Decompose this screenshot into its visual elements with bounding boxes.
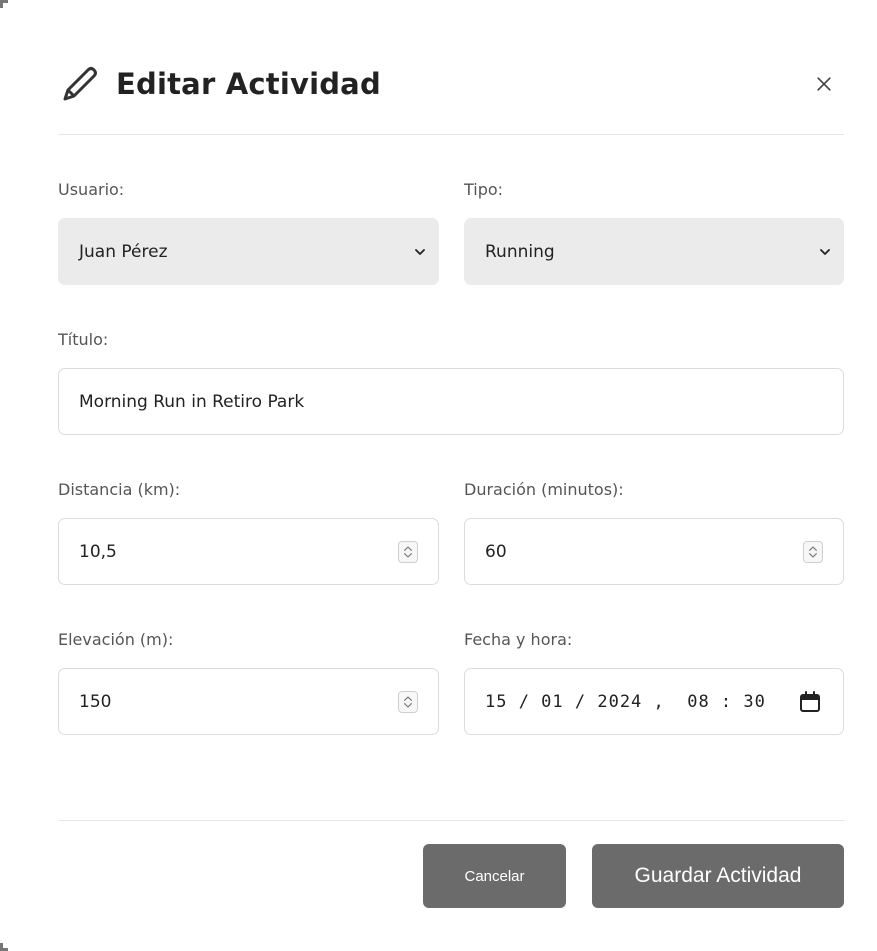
chevron-down-icon bbox=[820, 249, 830, 255]
elevacion-input[interactable]: 150 bbox=[58, 668, 439, 735]
elevacion-input-value: 150 bbox=[79, 691, 112, 712]
fecha-input-value: 15 / 01 / 2024 , 08 : 30 bbox=[485, 691, 766, 712]
titulo-input-value: Morning Run in Retiro Park bbox=[79, 391, 305, 412]
titulo-field: Título: Morning Run in Retiro Park bbox=[58, 330, 844, 435]
spinner-icon[interactable] bbox=[398, 541, 418, 563]
modal-title: Editar Actividad bbox=[116, 67, 381, 101]
titulo-input[interactable]: Morning Run in Retiro Park bbox=[58, 368, 844, 435]
fecha-label: Fecha y hora: bbox=[464, 630, 573, 649]
distancia-input-value: 10,5 bbox=[79, 541, 117, 562]
chevron-down-icon bbox=[415, 249, 425, 255]
duracion-label: Duración (minutos): bbox=[464, 480, 624, 499]
distancia-label: Distancia (km): bbox=[58, 480, 181, 499]
pencil-icon bbox=[58, 62, 102, 106]
usuario-field: Usuario: Juan Pérez bbox=[58, 180, 439, 285]
tipo-label: Tipo: bbox=[464, 180, 504, 199]
duracion-field: Duración (minutos): 60 bbox=[464, 480, 844, 585]
form-row-distance-duration: Distancia (km): 10,5 Duración (minutos):… bbox=[58, 480, 844, 590]
close-icon[interactable] bbox=[812, 72, 836, 96]
tipo-select-value: Running bbox=[485, 241, 555, 262]
form-row-elevation-date: Elevación (m): 150 Fecha y hora: 15 / 01… bbox=[58, 630, 844, 740]
cancel-button[interactable]: Cancelar bbox=[423, 844, 566, 908]
calendar-icon[interactable] bbox=[799, 691, 821, 713]
tipo-select[interactable]: Running bbox=[464, 218, 844, 285]
fecha-input[interactable]: 15 / 01 / 2024 , 08 : 30 bbox=[464, 668, 844, 735]
window-corner-bottom-left bbox=[0, 943, 8, 951]
modal-header: Editar Actividad bbox=[58, 40, 844, 135]
fecha-field: Fecha y hora: 15 / 01 / 2024 , 08 : 30 bbox=[464, 630, 844, 735]
usuario-select[interactable]: Juan Pérez bbox=[58, 218, 439, 285]
form-row-title: Título: Morning Run in Retiro Park bbox=[58, 330, 844, 440]
usuario-select-value: Juan Pérez bbox=[79, 241, 168, 262]
elevacion-field: Elevación (m): 150 bbox=[58, 630, 439, 735]
distancia-input[interactable]: 10,5 bbox=[58, 518, 439, 585]
window-corner-top-left bbox=[0, 0, 8, 8]
titulo-label: Título: bbox=[58, 330, 109, 349]
spinner-icon[interactable] bbox=[398, 691, 418, 713]
distancia-field: Distancia (km): 10,5 bbox=[58, 480, 439, 585]
save-activity-button[interactable]: Guardar Actividad bbox=[592, 844, 844, 908]
usuario-label: Usuario: bbox=[58, 180, 125, 199]
footer-divider bbox=[58, 820, 844, 821]
spinner-icon[interactable] bbox=[803, 541, 823, 563]
duracion-input-value: 60 bbox=[485, 541, 507, 562]
modal-title-group: Editar Actividad bbox=[58, 62, 381, 106]
form-row-user-type: Usuario: Juan Pérez Tipo: Running bbox=[58, 180, 844, 290]
edit-activity-modal: Editar Actividad Usuario: Juan Pérez Tip… bbox=[58, 40, 844, 908]
duracion-input[interactable]: 60 bbox=[464, 518, 844, 585]
elevacion-label: Elevación (m): bbox=[58, 630, 174, 649]
tipo-field: Tipo: Running bbox=[464, 180, 844, 285]
